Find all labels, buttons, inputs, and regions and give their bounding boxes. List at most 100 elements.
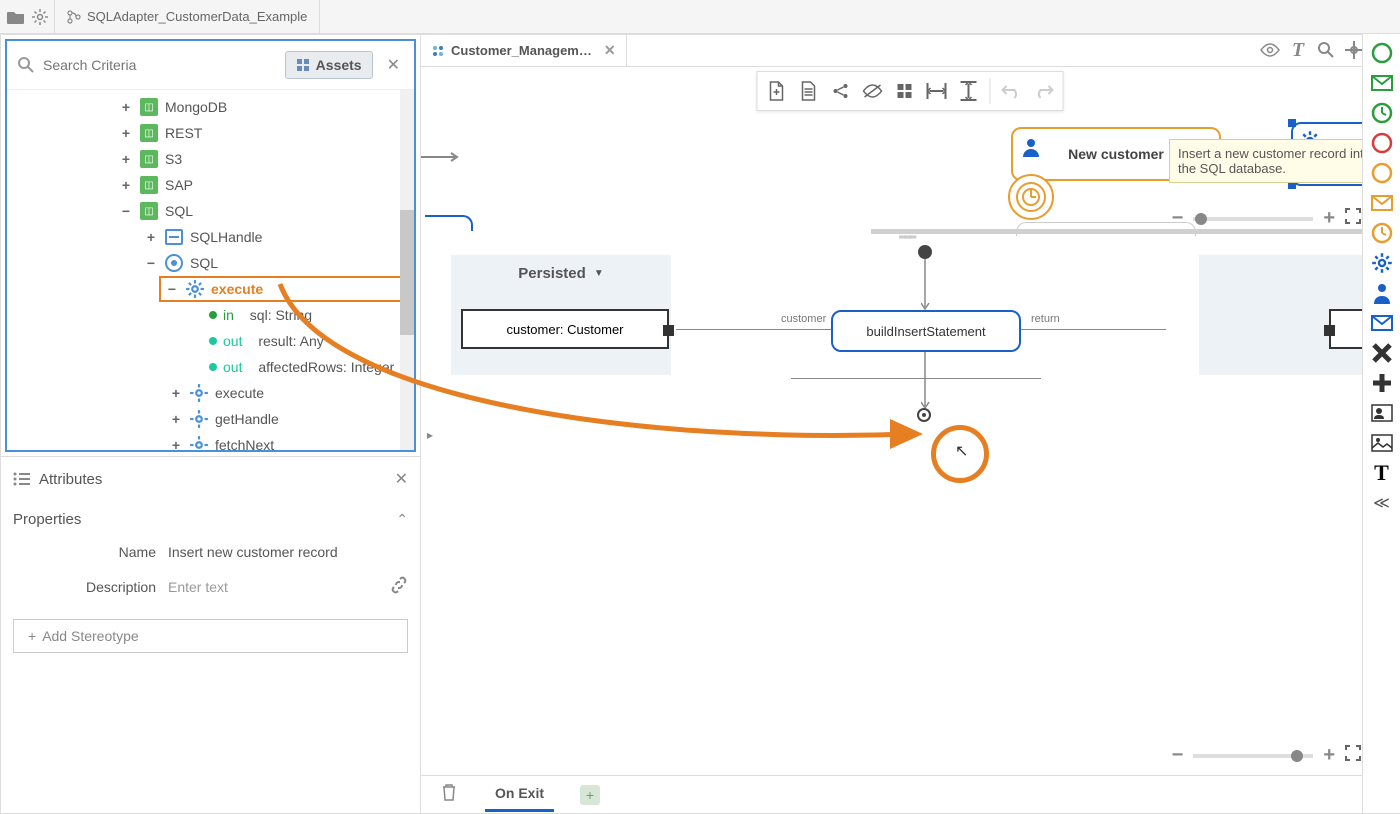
gear-icon: [189, 435, 209, 450]
field-customer[interactable]: customer: Customer: [461, 309, 669, 349]
branch-icon: [67, 10, 81, 24]
search-icon[interactable]: [1315, 39, 1337, 61]
gear-icon: [189, 383, 209, 403]
zoom-slider[interactable]: [1193, 217, 1313, 221]
circle-green-icon[interactable]: [1369, 40, 1395, 66]
pane-splitter[interactable]: ═══: [421, 229, 1399, 239]
gear-blue-icon[interactable]: [1369, 250, 1395, 276]
flow-label-customer: customer: [781, 313, 826, 325]
clock-green-icon[interactable]: [1369, 100, 1395, 126]
add-tab-button[interactable]: +: [580, 785, 600, 805]
zoom-slider[interactable]: [1193, 754, 1313, 758]
tab-sql-example[interactable]: SQLAdapter_CustomerData_Example: [54, 0, 320, 34]
activity-icon: [431, 44, 445, 58]
mail-orange-icon[interactable]: [1369, 190, 1395, 216]
tree-item-sql[interactable]: −◫SQL: [9, 198, 412, 224]
zoom-in-icon[interactable]: +: [1323, 207, 1335, 230]
trash-icon[interactable]: [441, 783, 457, 806]
tree-param-in-sql[interactable]: in sql: String: [9, 302, 412, 328]
name-value[interactable]: Insert new customer record: [168, 544, 338, 560]
tab-label: SQLAdapter_CustomerData_Example: [87, 9, 307, 24]
tab-on-exit[interactable]: On Exit: [485, 777, 554, 812]
user-card-icon[interactable]: [1369, 400, 1395, 426]
flow-arrow: [921, 259, 931, 313]
circle-red-icon[interactable]: [1369, 130, 1395, 156]
gear-icon: [185, 279, 205, 299]
folder-icon[interactable]: [6, 7, 26, 27]
diagram-editor: Customer_Managem… ✕ T: [421, 34, 1400, 814]
person-icon: [1019, 135, 1043, 159]
editor-tab-customer-mgmt[interactable]: Customer_Managem… ✕: [421, 35, 627, 67]
add-stereotype-button[interactable]: +Add Stereotype: [13, 619, 408, 653]
tree-param-out-result[interactable]: out result: Any: [9, 328, 412, 354]
tree-param-out-rows[interactable]: out affectedRows: Integer: [9, 354, 412, 380]
zoom-out-icon[interactable]: −: [1172, 744, 1184, 767]
description-input[interactable]: Enter text: [168, 579, 228, 595]
end-node-icon[interactable]: [917, 408, 931, 422]
list-icon: [13, 472, 31, 486]
panel-expand-icon[interactable]: ▸: [427, 428, 437, 444]
bottom-tab-bar: On Exit +: [421, 775, 1399, 813]
tree-item-gethandle[interactable]: +getHandle: [9, 406, 412, 432]
tree-item-execute-highlighted[interactable]: − execute: [159, 276, 412, 302]
search-input[interactable]: [35, 51, 285, 79]
assets-label: Assets: [316, 57, 362, 73]
text-icon[interactable]: T: [1287, 39, 1309, 61]
start-node-icon[interactable]: [918, 245, 932, 259]
flow-arrow: [921, 352, 931, 412]
tree-item-sap[interactable]: +◫SAP: [9, 172, 412, 198]
tree-item-execute2[interactable]: +execute: [9, 380, 412, 406]
assets-icon: [296, 58, 310, 72]
attributes-panel: Attributes ✕ Properties ⌃ Name Insert ne…: [1, 456, 420, 813]
circle-orange-icon[interactable]: [1369, 160, 1395, 186]
gear-icon[interactable]: [30, 7, 50, 27]
tree-item-fetchnext[interactable]: +fetchNext: [9, 432, 412, 450]
chevron-up-icon: ⌃: [396, 511, 408, 528]
node-tooltip: Insert a new customer record into the SQ…: [1169, 139, 1387, 183]
flow-arrow: [421, 152, 461, 162]
zoom-controls-upper: − +: [1172, 207, 1387, 230]
link-icon[interactable]: [390, 576, 408, 597]
connector: [676, 329, 831, 330]
eye-icon[interactable]: [1259, 39, 1281, 61]
connector: [1021, 329, 1166, 330]
image-icon[interactable]: [1369, 430, 1395, 456]
fullscreen-icon[interactable]: [1345, 745, 1361, 766]
collapse-icon[interactable]: ≪: [1369, 490, 1395, 516]
fullscreen-icon[interactable]: [1345, 208, 1361, 229]
close-icon[interactable]: ✕: [604, 42, 616, 59]
close-icon[interactable]: ✕: [395, 469, 408, 489]
zoom-in-icon[interactable]: +: [1323, 744, 1335, 767]
cursor-icon: ↖: [955, 441, 968, 461]
person-blue-icon[interactable]: [1369, 280, 1395, 306]
property-description: Description Enter text: [13, 568, 408, 605]
properties-section[interactable]: Properties ⌃: [13, 503, 408, 536]
connector: [791, 378, 1041, 379]
chevron-down-icon[interactable]: ▼: [594, 268, 604, 279]
left-panel: Assets ✕ +◫MongoDB +◫REST +◫S3 +◫SAP −◫S…: [0, 34, 421, 814]
property-name: Name Insert new customer record: [13, 536, 408, 568]
attributes-title: Attributes: [39, 471, 102, 488]
text-bold-icon[interactable]: T: [1369, 460, 1395, 486]
element-palette: T ≪: [1362, 34, 1400, 813]
flow-label-return: return: [1031, 313, 1060, 325]
search-icon: [17, 56, 35, 74]
assets-filter-badge[interactable]: Assets: [285, 51, 373, 79]
tree-item-sqlhandle[interactable]: +SQLHandle: [9, 224, 412, 250]
clock-orange-icon[interactable]: [1369, 220, 1395, 246]
close-icon[interactable]: ✕: [383, 55, 404, 75]
tree-item-s3[interactable]: +◫S3: [9, 146, 412, 172]
tree-item-rest[interactable]: +◫REST: [9, 120, 412, 146]
asset-tree[interactable]: +◫MongoDB +◫REST +◫S3 +◫SAP −◫SQL +SQLHa…: [7, 90, 414, 450]
tree-item-mongodb[interactable]: +◫MongoDB: [9, 94, 412, 120]
mail-blue-icon[interactable]: [1369, 310, 1395, 336]
scrollbar-thumb[interactable]: [400, 210, 414, 335]
mail-green-icon[interactable]: [1369, 70, 1395, 96]
zoom-out-icon[interactable]: −: [1172, 207, 1184, 230]
plus-icon[interactable]: [1369, 370, 1395, 396]
tree-item-sql-sub[interactable]: −SQL: [9, 250, 412, 276]
gear-icon: [189, 409, 209, 429]
x-icon[interactable]: [1369, 340, 1395, 366]
main-toolbar: SQLAdapter_CustomerData_Example: [0, 0, 1400, 34]
node-build-statement[interactable]: buildInsertStatement: [831, 310, 1021, 352]
